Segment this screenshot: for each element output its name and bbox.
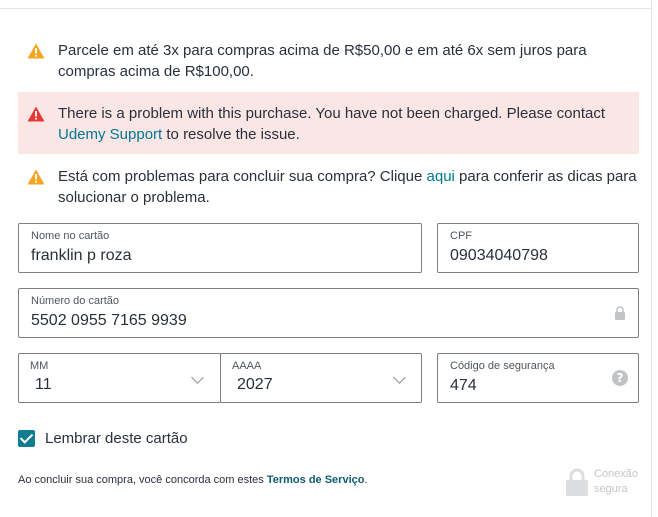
security-code-label: Código de segurança xyxy=(450,360,555,372)
purchase-error-text: There is a problem with this purchase. Y… xyxy=(58,103,639,145)
month-value: 11 xyxy=(35,376,52,393)
terms-notice: Ao concluir sua compra, você concorda co… xyxy=(18,474,368,486)
secure-connection-text: Conexão segura xyxy=(594,467,654,497)
expiry-year-select[interactable]: AAAA 2027 xyxy=(220,353,422,403)
warning-triangle-icon xyxy=(27,43,45,59)
remember-card-option[interactable]: Lembrar deste cartão xyxy=(18,430,188,447)
installments-text: Parcele em até 3x para compras acima de … xyxy=(58,42,587,80)
top-divider xyxy=(0,8,652,9)
card-name-label: Nome no cartão xyxy=(31,230,110,242)
cpf-label: CPF xyxy=(450,230,472,242)
year-value: 2027 xyxy=(237,376,273,393)
udemy-support-link[interactable]: Udemy Support xyxy=(58,126,162,143)
help-text: Está com problemas para concluir sua com… xyxy=(58,166,639,208)
remember-card-label[interactable]: Lembrar deste cartão xyxy=(45,430,188,447)
terms-prefix: Ao concluir sua compra, você concorda co… xyxy=(18,474,267,486)
question-circle-icon[interactable]: ? xyxy=(612,370,628,386)
cpf-input[interactable]: 09034040798 xyxy=(450,246,548,266)
terms-of-service-link[interactable]: Termos de Serviço xyxy=(267,474,365,486)
secure-connection-badge: Conexão segura xyxy=(566,467,654,497)
error-text-prefix: There is a problem with this purchase. Y… xyxy=(58,105,606,122)
remember-card-checkbox[interactable] xyxy=(18,430,35,447)
installments-notice: Parcele em até 3x para compras acima de … xyxy=(18,40,639,82)
expiry-month-select[interactable]: MM 11 xyxy=(18,353,221,403)
terms-suffix: . xyxy=(364,474,368,486)
help-tips-link[interactable]: aqui xyxy=(427,168,455,185)
help-text-prefix: Está com problemas para concluir sua com… xyxy=(58,168,427,185)
security-code-field[interactable]: Código de segurança 474 ? xyxy=(437,353,639,403)
error-triangle-icon xyxy=(27,106,45,122)
chevron-down-icon xyxy=(393,371,406,384)
year-label: AAAA xyxy=(232,360,262,372)
help-notice: Está com problemas para concluir sua com… xyxy=(18,166,639,208)
card-name-field[interactable]: Nome no cartão franklin p roza xyxy=(18,223,422,273)
chevron-down-icon xyxy=(191,371,204,384)
secure-line-1: Conexão xyxy=(594,468,639,480)
warning-triangle-icon xyxy=(27,169,45,185)
card-number-label: Número do cartão xyxy=(31,295,120,307)
error-text-suffix: to resolve the issue. xyxy=(162,126,300,143)
card-name-input[interactable]: franklin p roza xyxy=(31,246,132,266)
cpf-field[interactable]: CPF 09034040798 xyxy=(437,223,639,273)
padlock-icon xyxy=(566,468,588,496)
right-divider xyxy=(651,0,652,517)
purchase-error-notice: There is a problem with this purchase. Y… xyxy=(18,92,639,154)
card-number-input[interactable]: 5502 0955 7165 9939 xyxy=(31,311,187,331)
card-number-field[interactable]: Número do cartão 5502 0955 7165 9939 xyxy=(18,288,639,338)
lock-icon xyxy=(615,306,625,320)
secure-line-2: segura xyxy=(594,483,628,495)
security-code-input[interactable]: 474 xyxy=(450,376,477,396)
month-label: MM xyxy=(30,360,49,372)
